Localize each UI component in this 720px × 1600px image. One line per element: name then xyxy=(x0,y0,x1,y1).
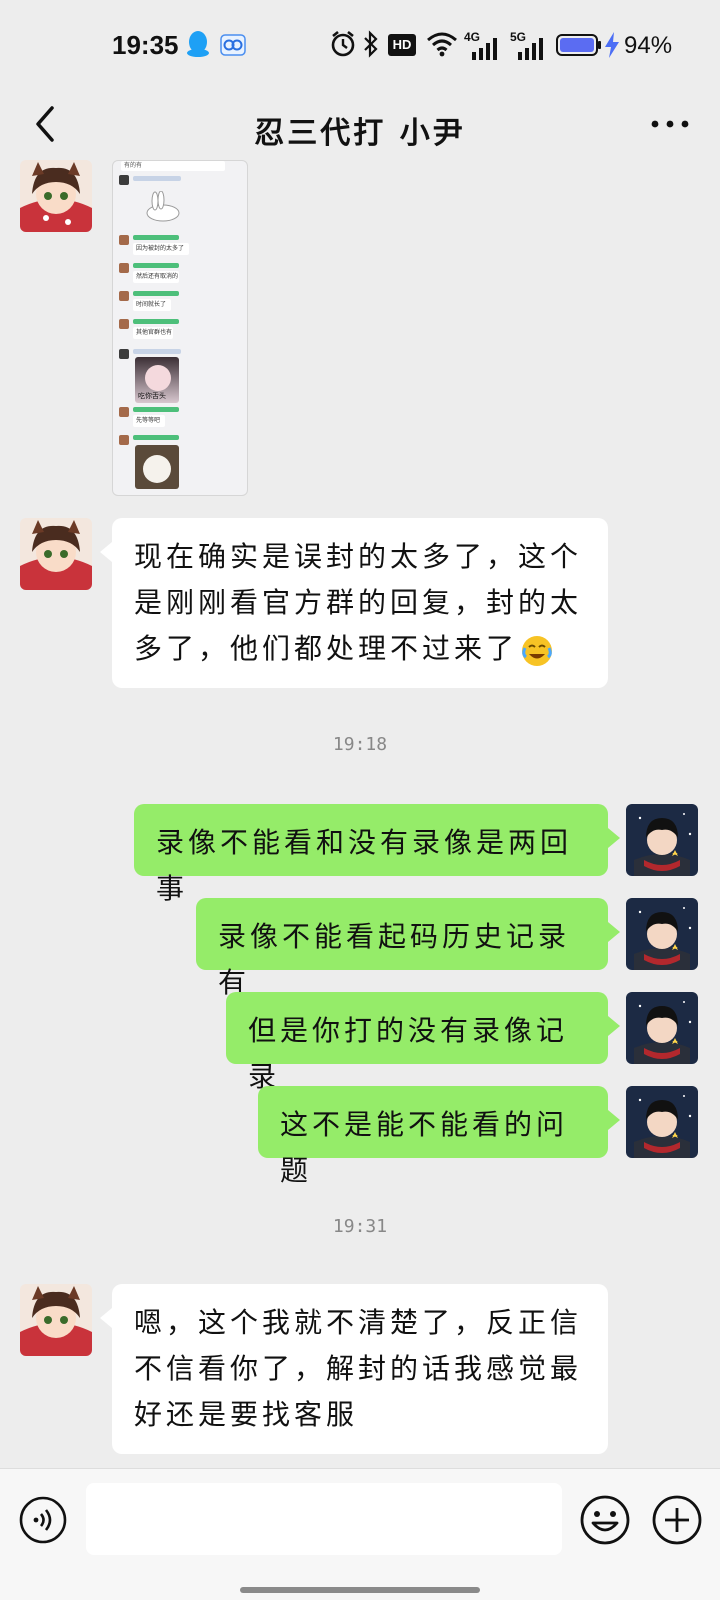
mini-avatar xyxy=(119,263,129,273)
chat-title: 忍三代打 小尹 xyxy=(254,116,466,151)
mini-text-row: 因为被封的太多了 xyxy=(133,243,189,255)
mini-name-bar xyxy=(133,291,179,296)
message-bubble-incoming[interactable]: 嗯，这个我就不清楚了，反正信不信看你了，解封的话我感觉最好还是要找客服 xyxy=(100,1284,608,1454)
mini-name-bar xyxy=(133,435,179,440)
message-text: 嗯，这个我就不清楚了，反正信不信看你了，解封的话我感觉最好还是要找客服 xyxy=(134,1306,583,1431)
message-timestamp: 19:31 xyxy=(332,1216,388,1237)
my-avatar[interactable] xyxy=(626,992,698,1064)
signal-5g-icon: 5G xyxy=(510,30,550,60)
battery-icon xyxy=(556,34,601,56)
qq-penguin-icon xyxy=(187,31,209,57)
battery-percent: 94% xyxy=(624,32,673,59)
mini-name-bar xyxy=(133,235,179,240)
emoji-smile-icon[interactable] xyxy=(578,1493,632,1547)
mini-text-row: 有的有 xyxy=(121,161,225,171)
mini-avatar xyxy=(119,319,129,329)
plus-add-icon[interactable] xyxy=(650,1493,704,1547)
message-bubble-outgoing[interactable]: 录像不能看和没有录像是两回事 xyxy=(134,804,620,905)
contact-avatar[interactable] xyxy=(20,160,92,232)
input-bar xyxy=(0,1468,720,1600)
bluetooth-icon xyxy=(364,30,378,58)
mini-name-bar xyxy=(133,349,181,354)
mini-text-row: 然后还有取消的 xyxy=(133,271,179,283)
hd-voice-icon: HD xyxy=(388,34,416,56)
charging-bolt-icon xyxy=(605,32,619,58)
contact-avatar[interactable] xyxy=(20,1284,92,1356)
wifi-icon xyxy=(427,32,457,57)
voice-input-icon[interactable] xyxy=(18,1495,68,1545)
hd-badge-label: HD xyxy=(392,37,412,52)
message-text: 现在确实是误封的太多了，这个是刚刚看官方群的回复，封的太多了，他们都处理不过来了 xyxy=(112,518,608,688)
my-avatar[interactable] xyxy=(626,1086,698,1158)
status-time: 19:35 xyxy=(112,30,179,60)
signal-4g-icon: 4G xyxy=(464,30,504,60)
home-indicator[interactable] xyxy=(240,1587,480,1593)
message-input[interactable] xyxy=(86,1483,562,1555)
message-bubble-outgoing[interactable]: 这不是能不能看的问题 xyxy=(258,1086,620,1187)
more-dots-icon[interactable] xyxy=(648,112,692,136)
mini-avatar xyxy=(119,175,129,185)
rabbit-sticker-icon xyxy=(146,191,180,222)
mini-avatar xyxy=(119,291,129,301)
image-message[interactable]: 有的有 因为被封的太多了 然后还有取消的 时间就长了 其他官群也有 吃你舌头 先… xyxy=(112,160,248,496)
mini-name-bar xyxy=(133,263,179,268)
mini-text-row: 时间就长了 xyxy=(133,299,171,311)
chat-header: 忍三代打 小尹 xyxy=(0,90,720,158)
cloud-link-icon xyxy=(220,34,246,56)
bear-sticker-image xyxy=(135,445,179,489)
mini-text-row: 其他官群也有 xyxy=(133,327,173,339)
alarm-clock-icon xyxy=(331,30,355,57)
mini-name-bar xyxy=(133,176,181,181)
message-timestamp: 19:18 xyxy=(332,734,388,755)
contact-avatar[interactable] xyxy=(20,518,92,590)
status-bar: 19:35 HD 4G 5G 94% xyxy=(0,0,720,90)
mini-avatar xyxy=(119,407,129,417)
message-bubble-outgoing[interactable]: 但是你打的没有录像记录 xyxy=(226,992,620,1093)
crying-laughing-emoji-icon xyxy=(522,635,553,666)
mini-name-bar xyxy=(133,319,179,324)
message-bubble-outgoing[interactable]: 录像不能看起码历史记录有 xyxy=(196,898,620,999)
mini-name-bar xyxy=(133,407,179,412)
mini-avatar xyxy=(119,349,129,359)
mini-text-row: 先等等吧 xyxy=(133,415,165,427)
my-avatar[interactable] xyxy=(626,804,698,876)
message-text: 这不是能不能看的问题 xyxy=(280,1108,569,1187)
anime-sticker-image: 吃你舌头 xyxy=(135,357,179,403)
mini-avatar xyxy=(119,435,129,445)
my-avatar[interactable] xyxy=(626,898,698,970)
sticker-caption: 吃你舌头 xyxy=(138,392,166,400)
message-bubble-incoming[interactable]: 现在确实是误封的太多了，这个是刚刚看官方群的回复，封的太多了，他们都处理不过来了 xyxy=(100,518,608,688)
mini-avatar xyxy=(119,235,129,245)
